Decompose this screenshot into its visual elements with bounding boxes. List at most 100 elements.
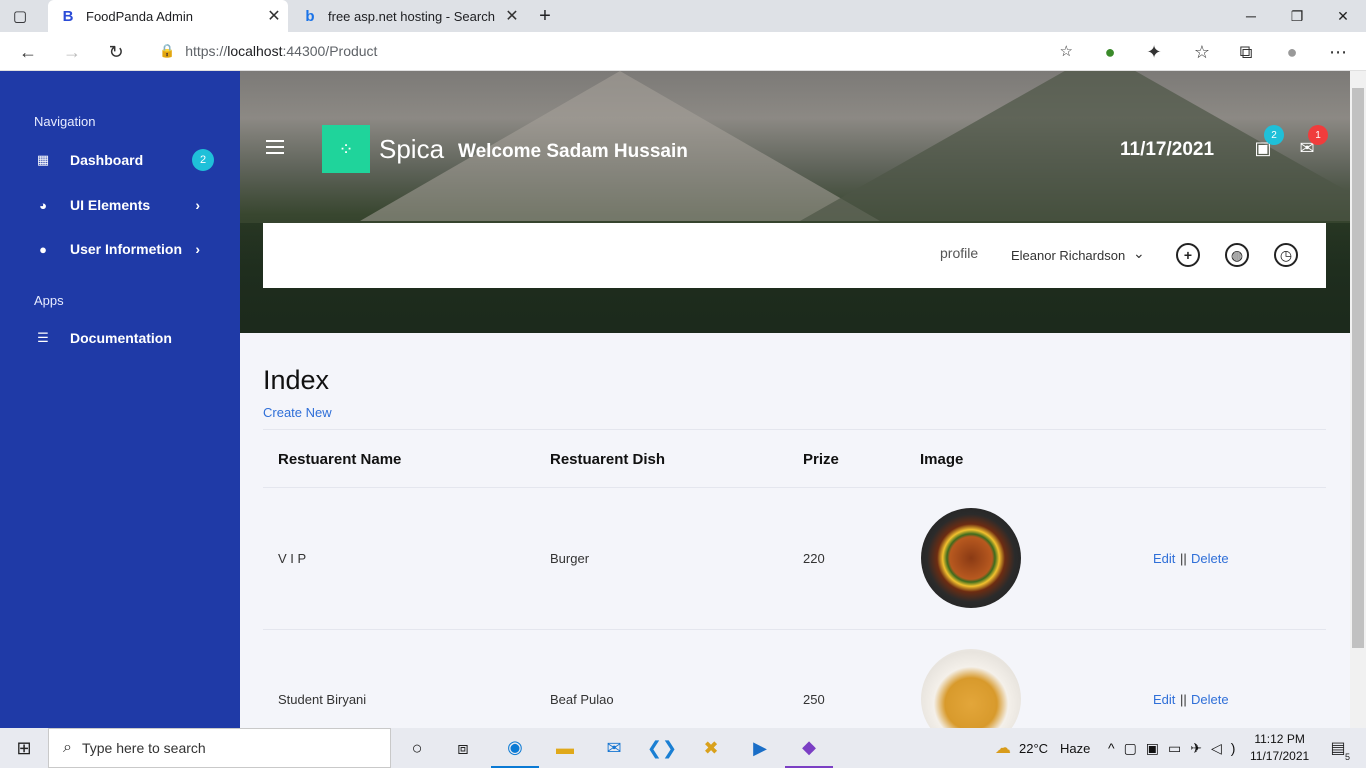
new-tab-button[interactable]: + bbox=[530, 0, 560, 32]
extensions-icon[interactable]: ✦ bbox=[1138, 36, 1170, 68]
haze-weather-icon: ☁ bbox=[995, 740, 1011, 757]
url-rest: :44300/Product bbox=[282, 43, 378, 59]
main-content: Index Create New Restuarent Name Restuar… bbox=[240, 333, 1350, 749]
action-center-count: 5 bbox=[1344, 752, 1350, 762]
notification-badge: 2 bbox=[1264, 125, 1284, 145]
sidebar-section-navigation: Navigation bbox=[34, 114, 96, 129]
system-tray-icons[interactable]: ^▢▣▭✈◁) bbox=[1108, 728, 1244, 768]
page-scrollbar[interactable] bbox=[1350, 71, 1366, 728]
settings-menu-icon[interactable]: ⋯ bbox=[1322, 36, 1354, 68]
clock-time: 11:12 PM bbox=[1254, 732, 1305, 746]
column-header-image: Image bbox=[920, 451, 964, 468]
cell-prize: 220 bbox=[803, 551, 825, 566]
sidebar-item-ui-elements[interactable]: ◕ UI Elements › bbox=[34, 193, 214, 217]
tab-search[interactable]: b free asp.net hosting - Search ✕ bbox=[290, 0, 526, 32]
weather-desc: Haze bbox=[1060, 740, 1091, 756]
action-center-icon[interactable]: ▤ 5 bbox=[1318, 728, 1358, 768]
clock-icon[interactable]: ◷ bbox=[1274, 243, 1298, 267]
user-name[interactable]: Eleanor Richardson bbox=[1011, 248, 1125, 263]
chevron-down-icon[interactable]: ⌄ bbox=[1133, 245, 1145, 262]
add-circle-icon[interactable]: + bbox=[1176, 243, 1200, 267]
tab-actions-button[interactable]: ▢ bbox=[0, 0, 48, 32]
edit-link[interactable]: Edit bbox=[1153, 692, 1175, 707]
clock[interactable]: 11:12 PM 11/17/2021 bbox=[1250, 728, 1309, 768]
grid-icon: ▦ bbox=[36, 152, 50, 167]
table-divider bbox=[263, 629, 1326, 630]
collections-icon[interactable]: ⧉ bbox=[1230, 36, 1262, 68]
notification-icon[interactable]: ▣ 2 bbox=[1252, 125, 1284, 159]
scrollbar-thumb[interactable] bbox=[1352, 88, 1364, 648]
weather-temp: 22°C bbox=[1019, 740, 1049, 756]
url-host: localhost bbox=[227, 43, 283, 59]
file-explorer-icon[interactable]: ▬ bbox=[541, 728, 589, 768]
forward-button[interactable]: → bbox=[56, 36, 88, 68]
profile-image[interactable]: profile bbox=[940, 245, 978, 261]
browser-toolbar: ← → ↻ 🔒 https://localhost:44300/Product … bbox=[0, 32, 1366, 71]
weather-widget[interactable]: ☁ 22°C Haze bbox=[995, 728, 1090, 768]
page-title: Index bbox=[263, 365, 330, 395]
cortana-icon[interactable]: ○ bbox=[395, 728, 439, 768]
mail-icon[interactable]: ✉ 1 bbox=[1296, 125, 1328, 159]
user-icon: ● bbox=[39, 241, 47, 257]
hamburger-menu-icon[interactable] bbox=[266, 140, 284, 154]
tool-app-icon[interactable]: ✖ bbox=[687, 728, 735, 768]
close-window-button[interactable]: ✕ bbox=[1320, 0, 1366, 32]
palette-icon: ◕ bbox=[39, 197, 47, 213]
close-tab-icon[interactable]: ✕ bbox=[498, 6, 526, 26]
restore-button[interactable]: ❐ bbox=[1274, 0, 1320, 32]
profile-avatar-icon[interactable]: ● bbox=[1276, 36, 1308, 68]
chevron-right-icon: › bbox=[195, 241, 200, 257]
table-divider bbox=[263, 487, 1326, 488]
welcome-text: Welcome Sadam Hussain bbox=[458, 141, 688, 162]
table-divider bbox=[263, 429, 1326, 430]
user-toolbar: profile Eleanor Richardson ⌄ + ◍ ◷ bbox=[263, 223, 1326, 288]
sidebar-item-label: Documentation bbox=[70, 330, 172, 346]
lock-icon: 🔒 bbox=[159, 43, 176, 58]
edge-app-icon[interactable]: ◉ bbox=[491, 728, 539, 768]
edit-link[interactable]: Edit bbox=[1153, 551, 1175, 566]
refresh-button[interactable]: ↻ bbox=[100, 36, 132, 68]
task-view-icon[interactable]: ⧈ bbox=[441, 728, 485, 768]
browser-tab-bar: ▢ B FoodPanda Admin ✕ b free asp.net hos… bbox=[0, 0, 1366, 32]
windows-start-icon[interactable]: ⊞ bbox=[0, 728, 48, 768]
media-app-icon[interactable]: ▶ bbox=[736, 728, 784, 768]
cell-name: Student Biryani bbox=[278, 692, 367, 707]
create-new-link[interactable]: Create New bbox=[263, 405, 332, 420]
mail-app-icon[interactable]: ✉ bbox=[590, 728, 638, 768]
cell-dish: Burger bbox=[550, 551, 590, 566]
mail-badge: 1 bbox=[1308, 125, 1328, 145]
delete-link[interactable]: Delete bbox=[1191, 692, 1229, 707]
bing-icon: b bbox=[305, 7, 315, 25]
minimize-button[interactable]: ─ bbox=[1228, 0, 1274, 32]
sidebar: Navigation ▦ Dashboard 2 ◕ UI Elements ›… bbox=[0, 71, 240, 728]
chevron-right-icon: › bbox=[195, 197, 200, 213]
cell-dish: Beaf Pulao bbox=[550, 692, 614, 707]
tab-actions-icon: ▢ bbox=[12, 8, 28, 25]
back-button[interactable]: ← bbox=[12, 36, 44, 68]
link-separator: || bbox=[1180, 551, 1187, 566]
column-header-dish: Restuarent Dish bbox=[550, 451, 666, 468]
brand-logo-icon[interactable]: ⁘ bbox=[322, 125, 370, 173]
close-tab-icon[interactable]: ✕ bbox=[260, 6, 288, 26]
tab-title: FoodPanda Admin bbox=[86, 8, 193, 24]
vscode-icon[interactable]: ❮❯ bbox=[638, 728, 686, 768]
delete-link[interactable]: Delete bbox=[1191, 551, 1229, 566]
burger-image bbox=[921, 508, 1021, 608]
address-bar[interactable]: 🔒 https://localhost:44300/Product ☆ bbox=[145, 36, 1085, 66]
sidebar-item-user-information[interactable]: ● User Informetion › bbox=[34, 237, 214, 261]
cell-prize: 250 bbox=[803, 692, 825, 707]
header-banner: ⁘ Spica Welcome Sadam Hussain 11/17/2021… bbox=[240, 71, 1350, 333]
extension-globe-icon[interactable]: ● bbox=[1094, 36, 1126, 68]
sidebar-item-label: UI Elements bbox=[70, 197, 151, 213]
sidebar-item-label: User Informetion bbox=[70, 241, 183, 257]
globe-icon[interactable]: ◍ bbox=[1225, 243, 1249, 267]
taskbar-search[interactable]: ⌕ Type here to search bbox=[48, 728, 391, 768]
tab-foodpanda-admin[interactable]: B FoodPanda Admin ✕ bbox=[48, 0, 288, 32]
favorite-star-icon[interactable]: ☆ bbox=[1060, 42, 1073, 60]
sidebar-item-documentation[interactable]: ☰ Documentation bbox=[34, 326, 214, 350]
windows-taskbar: ⊞ ⌕ Type here to search ○ ⧈ ◉ ▬ ✉ ❮❯ ✖ ▶… bbox=[0, 728, 1366, 768]
favorites-icon[interactable]: ☆ bbox=[1186, 36, 1218, 68]
cell-name: V I P bbox=[278, 551, 307, 566]
sidebar-item-dashboard[interactable]: ▦ Dashboard 2 bbox=[34, 148, 214, 172]
visual-studio-icon[interactable]: ◆ bbox=[785, 728, 833, 768]
